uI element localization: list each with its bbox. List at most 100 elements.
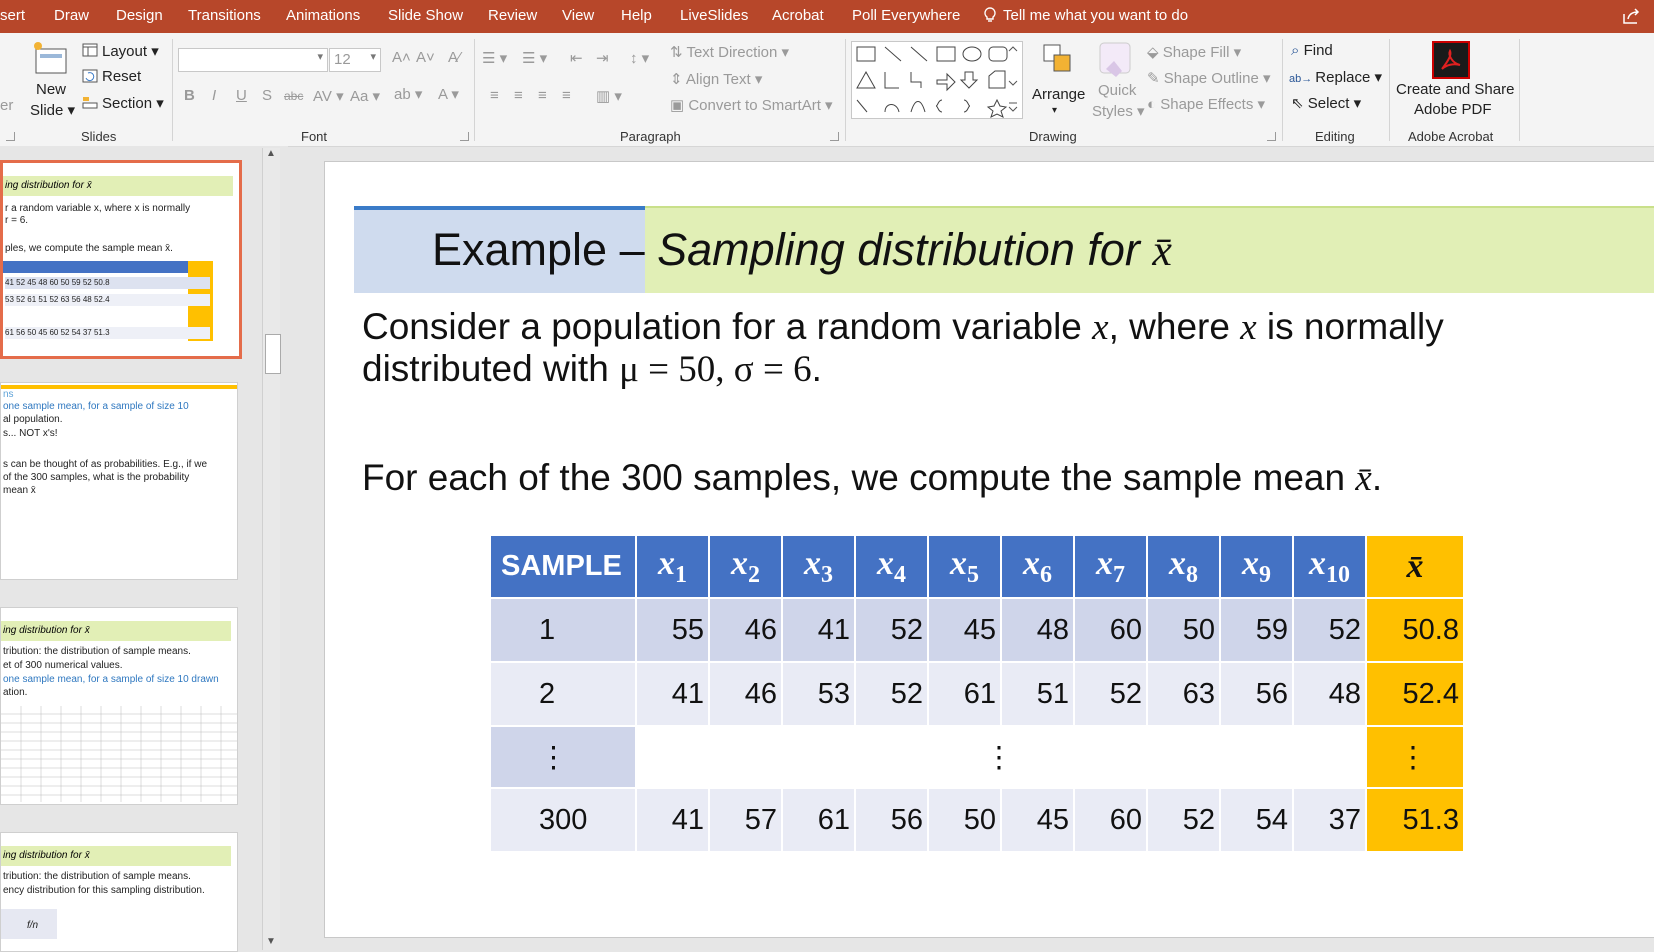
font-launcher-icon[interactable] — [460, 132, 469, 141]
paragraph-launcher-icon[interactable] — [830, 132, 839, 141]
tell-me-search[interactable]: Tell me what you want to do — [982, 7, 1188, 24]
clear-format-icon[interactable]: A⁄ — [448, 49, 461, 66]
find-button[interactable]: ⌕ Find — [1291, 42, 1333, 59]
body-text: . — [811, 348, 822, 389]
share-icon[interactable] — [1621, 6, 1641, 26]
layout-button[interactable]: Layout ▾ — [102, 42, 159, 60]
create-share-pdf-button[interactable]: Create and Share — [1396, 81, 1514, 98]
body-line-3[interactable]: For each of the 300 samples, we compute … — [362, 457, 1382, 500]
font-name-field[interactable]: ▾ — [178, 48, 328, 72]
tab-liveslides[interactable]: LiveSlides — [680, 7, 748, 24]
tab-review[interactable]: Review — [488, 7, 537, 24]
slide-thumbnail[interactable]: ing distribution for x̄ r a random varia… — [0, 160, 242, 359]
strikethrough-button[interactable]: abc — [284, 89, 303, 103]
section-button[interactable]: Section ▾ — [102, 94, 164, 112]
scrollbar-thumb[interactable] — [265, 334, 281, 374]
quick-styles-button[interactable]: Quick — [1098, 82, 1136, 99]
cell-value: 51 — [1000, 661, 1075, 727]
slide-canvas[interactable]: Example – Sampling distribution for x̄ C… — [324, 161, 1654, 938]
columns-icon[interactable]: ▥ ▾ — [596, 87, 622, 105]
tab-animations[interactable]: Animations — [286, 7, 360, 24]
drawing-launcher-icon[interactable] — [1267, 132, 1276, 141]
arrange-dropdown-icon[interactable]: ▾ — [1052, 105, 1057, 116]
decrease-indent-icon[interactable]: ⇤ — [570, 49, 583, 67]
header-x1: x1 — [635, 534, 710, 599]
arrange-icon[interactable] — [1040, 41, 1076, 79]
reset-button[interactable]: Reset — [102, 68, 141, 85]
body-line-1[interactable]: Consider a population for a random varia… — [362, 306, 1444, 349]
slide-thumbnail[interactable]: ing distribution for x̄ tribution: the d… — [0, 607, 238, 805]
align-left-icon[interactable]: ≡ — [490, 87, 499, 104]
shrink-font-icon[interactable]: A˅ — [416, 49, 435, 66]
shapes-gallery[interactable] — [851, 41, 1023, 119]
align-center-icon[interactable]: ≡ — [514, 87, 523, 104]
body-line-2[interactable]: distributed with μ = 50, σ = 6. — [362, 348, 822, 391]
sample-table[interactable]: SAMPLE x1 x2 x3 x4 x5 x6 x7 x8 x9 x10 x̄… — [489, 534, 1465, 853]
tab-draw[interactable]: Draw — [54, 7, 89, 24]
char-spacing-icon[interactable]: AV ▾ — [313, 87, 344, 105]
change-case-icon[interactable]: Aa ▾ — [350, 87, 380, 105]
italic-button[interactable]: I — [212, 87, 216, 104]
cell-mean: 50.8 — [1365, 597, 1465, 663]
grow-font-icon[interactable]: A˄ — [392, 49, 411, 66]
tab-slide-show[interactable]: Slide Show — [388, 7, 463, 24]
font-group-label: Font — [301, 129, 328, 144]
body-text: , where — [1108, 306, 1241, 347]
arrange-button[interactable]: Arrange — [1032, 86, 1085, 103]
thumbnail-scrollbar[interactable]: ▲ ▼ — [262, 148, 281, 950]
quick-styles-button-line2[interactable]: Styles ▾ — [1092, 102, 1145, 120]
font-size-field[interactable]: 12 ▾ — [329, 48, 381, 72]
line-spacing-icon[interactable]: ↕ ▾ — [630, 49, 649, 67]
shapes-scroll-icon[interactable] — [1006, 41, 1020, 115]
new-slide-button[interactable]: New — [36, 81, 66, 98]
font-color-icon[interactable]: A ▾ — [438, 85, 459, 103]
bold-button[interactable]: B — [184, 87, 195, 104]
tab-transitions[interactable]: Transitions — [188, 7, 261, 24]
shape-fill-button[interactable]: ⬙ Shape Fill ▾ — [1147, 43, 1241, 61]
convert-smartart-button[interactable]: ▣ Convert to SmartArt ▾ — [670, 96, 833, 114]
thumbnail-row: 61 56 50 45 60 52 54 37 51.3 — [5, 327, 210, 339]
slide-thumbnail[interactable]: ns one sample mean, for a sample of size… — [0, 382, 238, 580]
highlight-icon[interactable]: ab ▾ — [394, 85, 422, 103]
shape-effects-button[interactable]: ◐ Shape Effects ▾ — [1147, 95, 1265, 113]
cell-value: 52 — [854, 661, 929, 727]
tab-design[interactable]: Design — [116, 7, 163, 24]
math-var: x — [1092, 307, 1109, 348]
body-text: Consider a population for a random varia… — [362, 306, 1093, 347]
underline-button[interactable]: U — [236, 87, 247, 104]
increase-indent-icon[interactable]: ⇥ — [596, 49, 609, 67]
header-x3: x3 — [781, 534, 856, 599]
shadow-button[interactable]: S — [262, 87, 272, 104]
new-slide-button-line2[interactable]: Slide ▾ — [30, 101, 75, 119]
body-text: distributed with — [362, 348, 620, 389]
magnifier-icon: ⌕ — [1291, 42, 1304, 59]
text-direction-button[interactable]: ⇅ Text Direction ▾ — [670, 43, 789, 61]
align-text-button[interactable]: ⇕ Align Text ▾ — [670, 70, 762, 88]
numbering-icon[interactable]: ☰ ▾ — [522, 49, 547, 67]
replace-button[interactable]: ab→ Replace ▾ — [1289, 68, 1382, 86]
tab-acrobat[interactable]: Acrobat — [772, 7, 824, 24]
bullets-icon[interactable]: ☰ ▾ — [482, 49, 507, 67]
shape-outline-button[interactable]: ✎ Shape Outline ▾ — [1147, 69, 1271, 87]
create-share-pdf-button-line2[interactable]: Adobe PDF — [1414, 101, 1492, 118]
scroll-down-icon[interactable]: ▼ — [266, 936, 276, 947]
select-button[interactable]: ⇖ Select ▾ — [1291, 94, 1361, 112]
shape-outline-label: Shape Outline — [1163, 70, 1259, 87]
adobe-pdf-icon[interactable] — [1432, 41, 1470, 79]
tab-help[interactable]: Help — [621, 7, 652, 24]
align-right-icon[interactable]: ≡ — [538, 87, 547, 104]
tab-view[interactable]: View — [562, 7, 594, 24]
slide-thumbnail[interactable]: ing distribution for x̄ tribution: the d… — [0, 832, 238, 952]
body-text: . — [1371, 457, 1383, 498]
new-slide-icon[interactable] — [32, 39, 72, 79]
tab-insert[interactable]: sert — [0, 7, 25, 24]
justify-icon[interactable]: ≡ — [562, 87, 571, 104]
thumbnail-text: one sample mean, for a sample of size 10… — [3, 674, 219, 685]
quick-styles-icon[interactable] — [1098, 41, 1136, 81]
scroll-up-icon[interactable]: ▲ — [266, 148, 276, 159]
tab-poll-everywhere[interactable]: Poll Everywhere — [852, 7, 960, 24]
thumbnail-text: ns — [3, 389, 14, 400]
header-sample: SAMPLE — [489, 534, 637, 599]
slide-title[interactable]: Example – Sampling distribution for x̄ — [432, 224, 1172, 276]
slides-launcher-icon[interactable] — [6, 132, 15, 141]
